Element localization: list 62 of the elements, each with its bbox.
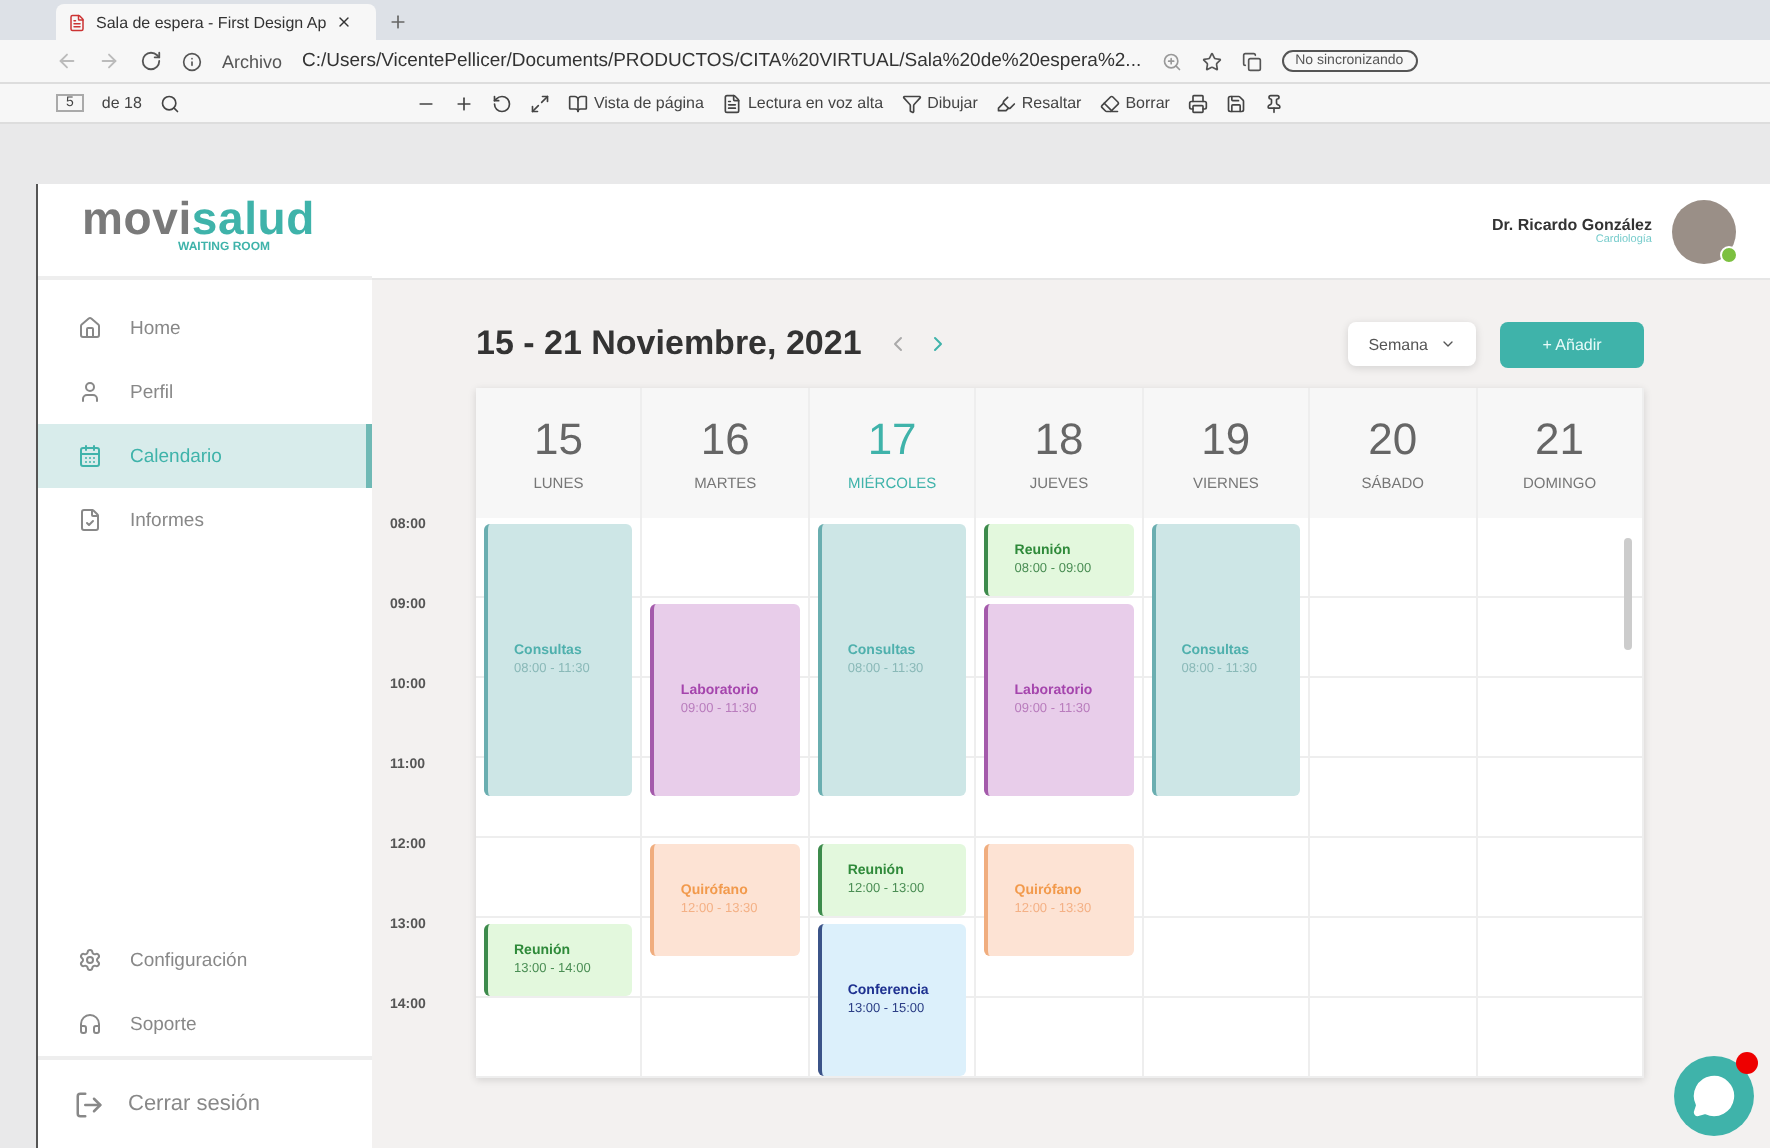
fit-icon[interactable]: [529, 93, 550, 113]
view-dropdown[interactable]: Semana: [1348, 322, 1476, 366]
logo-text: movi: [82, 196, 192, 242]
page-count: de 18: [101, 94, 142, 112]
logo-text: salud: [191, 196, 315, 242]
settings-icon: [78, 948, 102, 972]
info-icon: [182, 51, 202, 71]
toolbar-button[interactable]: Resaltar: [995, 93, 1082, 113]
address-field[interactable]: C:/Users/VicentePellicer/Documents/PRODUCTOS/CITA%20VIRTUAL/Sala%20de%20espera%2...: [302, 50, 1142, 72]
zoom-icon[interactable]: [1161, 51, 1182, 71]
headset-icon: [78, 1012, 102, 1036]
caret-icon: [1440, 336, 1456, 352]
calendar-icon: [78, 444, 102, 468]
star-icon[interactable]: [1201, 51, 1222, 71]
add-button[interactable]: + Añadir: [1500, 321, 1644, 367]
tool-icon: [721, 93, 742, 113]
week-title: 15 - 21 Noviembre, 2021: [476, 324, 862, 364]
day-number: 17: [867, 414, 917, 466]
print-icon[interactable]: [1187, 93, 1208, 113]
house-icon: [78, 316, 102, 340]
logout-button[interactable]: Cerrar sesión: [38, 1056, 372, 1148]
nav-item[interactable]: Calendario: [38, 424, 372, 488]
search-icon[interactable]: [159, 93, 180, 113]
day-number: 18: [1034, 414, 1084, 466]
chat-button[interactable]: [1674, 1056, 1754, 1136]
avatar[interactable]: [1672, 199, 1736, 263]
browser-tab[interactable]: Sala de espera - First Design Ap: [56, 4, 376, 40]
nav-item[interactable]: Configuración: [38, 928, 372, 992]
day-number: 21: [1535, 414, 1585, 466]
chat-icon: [1692, 1074, 1736, 1118]
toolbar-button[interactable]: Vista de página: [567, 93, 704, 113]
pin-icon[interactable]: [1263, 93, 1284, 113]
user-name: Dr. Ricardo González: [1491, 216, 1652, 234]
toolbar-button[interactable]: Borrar: [1099, 93, 1170, 113]
tool-icon: [995, 93, 1016, 113]
tab-title: Sala de espera - First Design Ap: [96, 13, 327, 31]
tool-icon: [901, 93, 922, 113]
tool-icon: [1099, 93, 1120, 113]
toolbar-button[interactable]: Lectura en voz alta: [721, 93, 884, 113]
rotate-icon[interactable]: [491, 93, 512, 113]
nav-item[interactable]: Perfil: [38, 360, 372, 424]
pdf-icon: [68, 13, 86, 31]
person-icon: [78, 380, 102, 404]
nav-item[interactable]: Informes: [38, 488, 372, 552]
nav-item[interactable]: Home: [38, 296, 372, 360]
tool-icon: [567, 93, 588, 113]
collections-icon[interactable]: [1241, 51, 1262, 71]
save-icon[interactable]: [1225, 93, 1246, 113]
toolbar-button[interactable]: Dibujar: [901, 93, 978, 113]
document-icon: [78, 508, 102, 532]
new-tab-icon[interactable]: [388, 12, 408, 32]
day-number: 15: [533, 414, 583, 466]
scrollbar[interactable]: [1624, 538, 1632, 650]
day-number: 20: [1368, 414, 1418, 466]
address-label: Archivo: [222, 51, 283, 71]
close-icon[interactable]: [336, 14, 353, 30]
day-number: 16: [700, 414, 750, 466]
zoom-in-icon[interactable]: [453, 93, 474, 113]
reload-icon[interactable]: [140, 50, 162, 72]
logout-icon: [74, 1089, 104, 1119]
nav-item[interactable]: Soporte: [38, 992, 372, 1056]
day-number: 19: [1201, 414, 1251, 466]
